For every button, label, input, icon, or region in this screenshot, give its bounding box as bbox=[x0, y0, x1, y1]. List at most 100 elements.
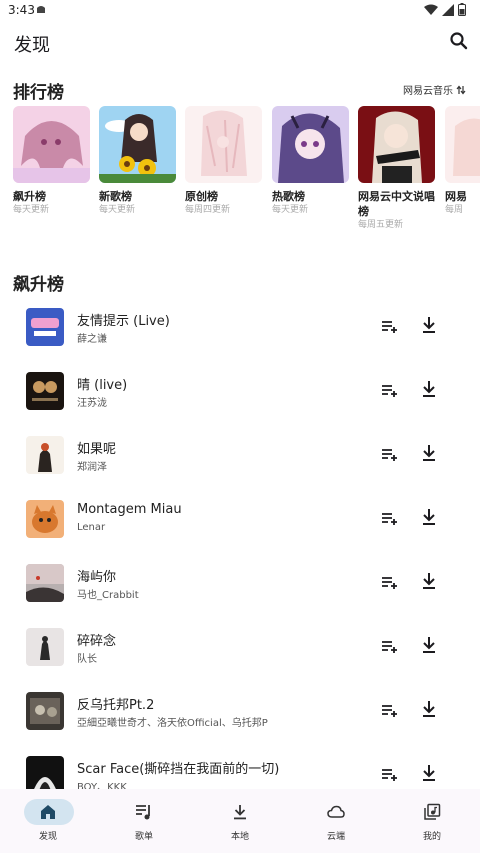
charts-section-title: 排行榜 bbox=[13, 83, 64, 103]
song-row[interactable]: 如果呢 郑润泽 bbox=[0, 423, 480, 487]
rank-update-schedule: 每周五更新 bbox=[358, 220, 404, 230]
top-app-bar: 发现 bbox=[0, 22, 480, 62]
song-title: 反乌托邦Pt.2 bbox=[77, 698, 155, 713]
song-cover-art bbox=[26, 756, 64, 789]
rank-update-schedule: 每天更新 bbox=[272, 205, 309, 215]
status-time: 3:43 bbox=[8, 3, 35, 17]
rank-cover-image bbox=[358, 106, 435, 183]
song-cover-art bbox=[26, 628, 64, 666]
song-cover-art bbox=[26, 372, 64, 410]
download-icon[interactable] bbox=[421, 380, 437, 398]
song-row[interactable]: 友情提示 (Live) 薛之谦 bbox=[0, 295, 480, 359]
nav-label: 云端 bbox=[326, 832, 345, 842]
bottom-navigation: 发现 歌单 本地 云端 我的 bbox=[0, 789, 480, 853]
download-icon[interactable] bbox=[421, 508, 437, 526]
rank-update-schedule: 每周四更新 bbox=[185, 205, 231, 215]
android-notification-icon bbox=[37, 6, 45, 13]
add-to-queue-icon[interactable] bbox=[381, 381, 399, 399]
rank-name: 飙升榜 bbox=[13, 190, 46, 203]
add-to-queue-icon[interactable] bbox=[381, 573, 399, 591]
song-cover-art bbox=[26, 500, 64, 538]
song-artist: 亞細亞曦世奇才、洛天依Official、乌托邦P bbox=[77, 718, 268, 729]
rank-card[interactable]: 飙升榜 每天更新 bbox=[13, 106, 90, 216]
song-title: Montagem Miau bbox=[77, 502, 182, 517]
signal-icon bbox=[442, 3, 454, 16]
song-cover-art bbox=[26, 564, 64, 602]
rank-name: 网易 bbox=[445, 190, 467, 203]
download-icon[interactable] bbox=[421, 636, 437, 654]
song-cover-art bbox=[26, 308, 64, 346]
add-to-queue-icon[interactable] bbox=[381, 445, 399, 463]
download-icon bbox=[234, 805, 246, 820]
song-row[interactable]: Scar Face(撕碎挡在我面前的一切) BOY、KKK bbox=[0, 743, 480, 789]
song-row[interactable]: Montagem Miau Lenar bbox=[0, 487, 480, 551]
page-title: 发现 bbox=[14, 35, 50, 56]
song-artist: 马也_Crabbit bbox=[77, 590, 139, 601]
song-title: 海屿你 bbox=[77, 570, 117, 585]
song-artist: 郑润泽 bbox=[77, 462, 107, 473]
song-row[interactable]: 反乌托邦Pt.2 亞細亞曦世奇才、洛天依Official、乌托邦P bbox=[0, 679, 480, 743]
song-title: 碎碎念 bbox=[77, 634, 117, 649]
nav-label: 发现 bbox=[38, 832, 57, 842]
add-to-queue-icon[interactable] bbox=[381, 701, 399, 719]
chart-source-label: 网易云音乐 bbox=[403, 86, 453, 97]
search-icon[interactable] bbox=[448, 30, 470, 52]
song-title: Scar Face(撕碎挡在我面前的一切) bbox=[77, 762, 280, 777]
add-to-queue-icon[interactable] bbox=[381, 637, 399, 655]
song-list: 友情提示 (Live) 薛之谦 晴 (live) 汪苏泷 如果呢 郑润泽 Mon… bbox=[0, 295, 480, 789]
song-cover-art bbox=[26, 692, 64, 730]
battery-icon bbox=[458, 3, 466, 16]
rank-cover-image bbox=[13, 106, 90, 183]
wifi-icon bbox=[424, 4, 438, 15]
cloud-icon bbox=[327, 805, 345, 818]
add-to-queue-icon[interactable] bbox=[381, 317, 399, 335]
rank-card[interactable]: 网易云中文说唱榜 每周五更新 bbox=[358, 106, 435, 231]
nav-item-cloud[interactable]: 云端 bbox=[288, 789, 384, 853]
nav-item-discover[interactable]: 发现 bbox=[0, 789, 96, 853]
home-icon bbox=[41, 805, 55, 819]
song-title: 友情提示 (Live) bbox=[77, 314, 170, 329]
songs-section-title: 飙升榜 bbox=[13, 275, 64, 295]
song-artist: 汪苏泷 bbox=[77, 398, 107, 409]
playlist-icon bbox=[136, 805, 150, 820]
song-title: 晴 (live) bbox=[77, 378, 128, 393]
download-icon[interactable] bbox=[421, 572, 437, 590]
rank-update-schedule: 每周 bbox=[445, 205, 464, 215]
rank-card[interactable]: 网易 每周 bbox=[445, 106, 480, 216]
download-icon[interactable] bbox=[421, 700, 437, 718]
song-artist: BOY、KKK bbox=[77, 782, 127, 789]
rank-cover-image bbox=[185, 106, 262, 183]
rank-update-schedule: 每天更新 bbox=[99, 205, 136, 215]
status-bar: 3:43 bbox=[0, 0, 480, 22]
download-icon[interactable] bbox=[421, 764, 437, 782]
rank-name: 热歌榜 bbox=[272, 190, 305, 203]
add-to-queue-icon[interactable] bbox=[381, 765, 399, 783]
nav-item-mine[interactable]: 我的 bbox=[384, 789, 480, 853]
system-icons bbox=[424, 3, 466, 16]
nav-item-local[interactable]: 本地 bbox=[192, 789, 288, 853]
song-title: 如果呢 bbox=[77, 442, 117, 457]
song-row[interactable]: 海屿你 马也_Crabbit bbox=[0, 551, 480, 615]
rank-name: 网易云中文说唱榜 bbox=[358, 190, 435, 218]
nav-label: 本地 bbox=[230, 832, 249, 842]
rank-card[interactable]: 热歌榜 每天更新 bbox=[272, 106, 349, 216]
chart-source-selector[interactable]: 网易云音乐 bbox=[403, 82, 466, 97]
song-row[interactable]: 碎碎念 队长 bbox=[0, 615, 480, 679]
add-to-queue-icon[interactable] bbox=[381, 509, 399, 527]
download-icon[interactable] bbox=[421, 444, 437, 462]
rank-cover-image bbox=[99, 106, 176, 183]
rank-name: 原创榜 bbox=[185, 190, 218, 203]
rank-list: 飙升榜 每天更新 新歌榜 每天更新 原创榜 每周四更新 热歌榜 每天更新 网易云… bbox=[13, 106, 480, 236]
download-icon[interactable] bbox=[421, 316, 437, 334]
rank-name: 新歌榜 bbox=[99, 190, 132, 203]
rank-cover-image bbox=[445, 106, 480, 183]
song-artist: Lenar bbox=[77, 522, 106, 533]
nav-label: 歌单 bbox=[134, 832, 153, 842]
rank-card[interactable]: 新歌榜 每天更新 bbox=[99, 106, 176, 216]
library-icon bbox=[424, 803, 441, 820]
nav-item-playlists[interactable]: 歌单 bbox=[96, 789, 192, 853]
song-row[interactable]: 晴 (live) 汪苏泷 bbox=[0, 359, 480, 423]
rank-card[interactable]: 原创榜 每周四更新 bbox=[185, 106, 262, 216]
rank-update-schedule: 每天更新 bbox=[13, 205, 50, 215]
swap-vert-icon bbox=[456, 85, 466, 94]
